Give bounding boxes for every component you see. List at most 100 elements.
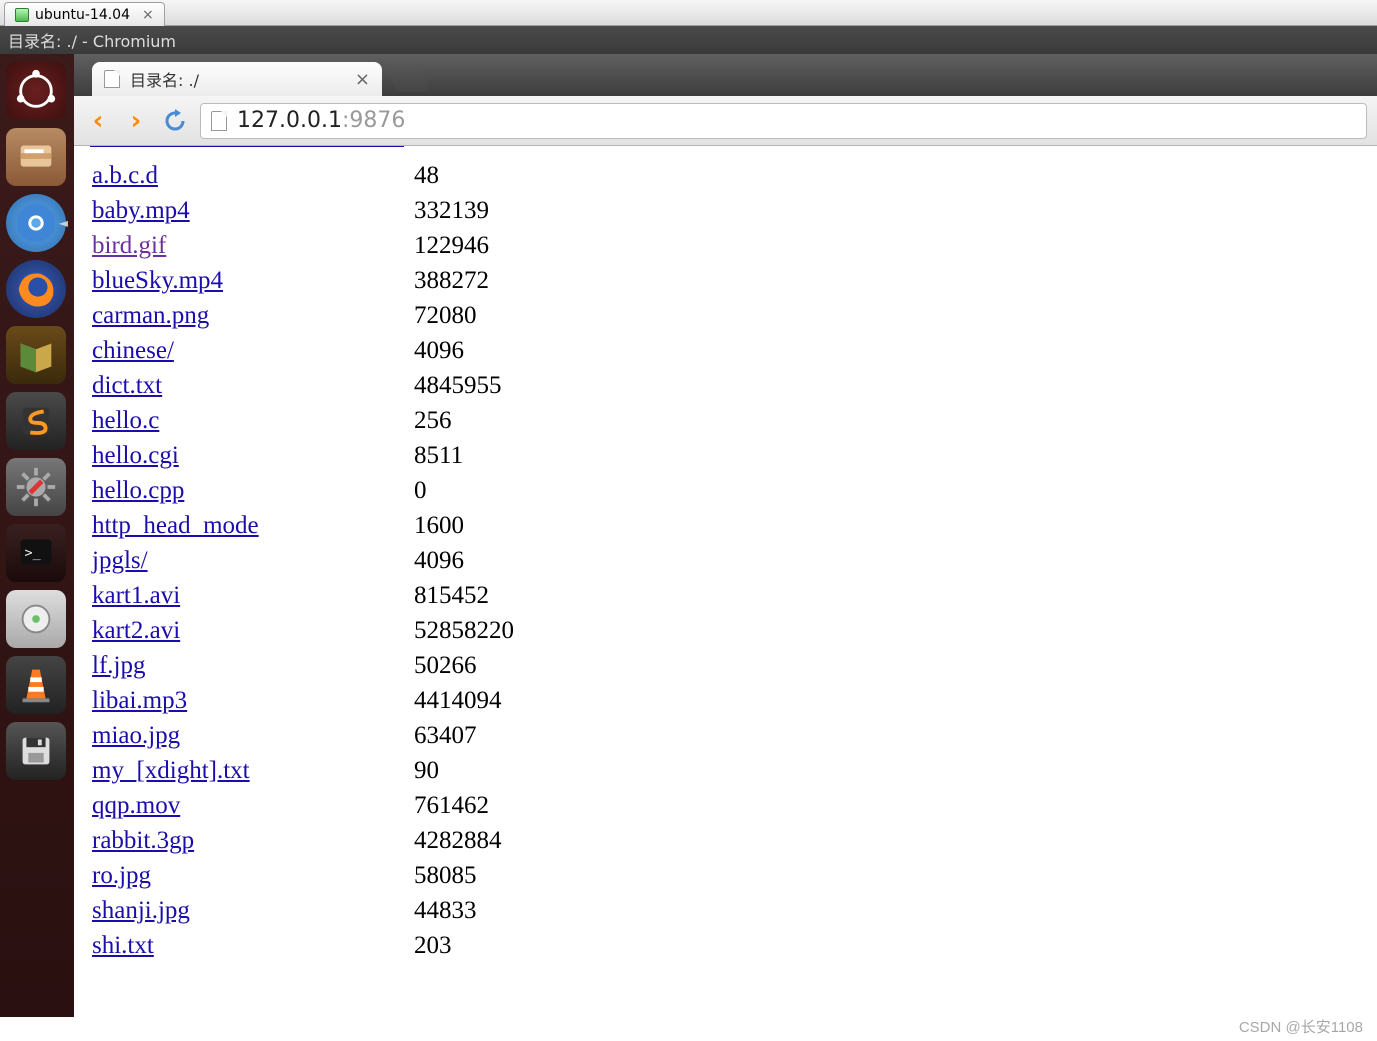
file-row: ro.jpg58085 xyxy=(92,858,1359,893)
vm-icon xyxy=(15,8,29,22)
url-text: 127.0.0.1:9876 xyxy=(237,108,405,133)
page-content: a.b.c.d48baby.mp4332139bird.gif122946blu… xyxy=(74,146,1377,1017)
url-host: 127.0.0.1 xyxy=(237,108,342,133)
file-row: rabbit.3gp4282884 xyxy=(92,823,1359,858)
window-titlebar: 目录名: ./ - Chromium xyxy=(0,26,1377,54)
file-size: 48 xyxy=(414,158,439,193)
firefox-icon[interactable] xyxy=(6,260,66,318)
settings-icon[interactable] xyxy=(6,458,66,516)
file-link[interactable]: miao.jpg xyxy=(92,718,414,753)
save-icon[interactable] xyxy=(6,722,66,780)
file-size: 58085 xyxy=(414,858,477,893)
file-size: 8511 xyxy=(414,438,463,473)
file-link[interactable]: my_[xdight].txt xyxy=(92,753,414,788)
file-link[interactable]: dict.txt xyxy=(92,368,414,403)
file-size: 63407 xyxy=(414,718,477,753)
file-size: 90 xyxy=(414,753,439,788)
file-row: shanji.jpg44833 xyxy=(92,893,1359,928)
vlc-icon[interactable] xyxy=(6,656,66,714)
file-row: baby.mp4332139 xyxy=(92,193,1359,228)
back-button[interactable]: ‹ xyxy=(84,107,112,135)
file-row: jpgls/4096 xyxy=(92,543,1359,578)
file-link[interactable]: carman.png xyxy=(92,298,414,333)
file-row: chinese/4096 xyxy=(92,333,1359,368)
file-link[interactable]: shanji.jpg xyxy=(92,893,414,928)
vm-tab-close-icon[interactable]: × xyxy=(142,7,154,23)
file-link[interactable]: qqp.mov xyxy=(92,788,414,823)
vm-tabbar: ubuntu-14.04 × xyxy=(0,0,1377,26)
window-title: 目录名: ./ - Chromium xyxy=(8,28,176,52)
file-row: shi.txt203 xyxy=(92,928,1359,963)
file-row: qqp.mov761462 xyxy=(92,788,1359,823)
file-link[interactable]: libai.mp3 xyxy=(92,683,414,718)
file-size: 122946 xyxy=(414,228,489,263)
ubuntu-dash-icon[interactable] xyxy=(6,62,66,120)
reload-button[interactable] xyxy=(160,107,190,135)
file-size: 4414094 xyxy=(414,683,502,718)
chromium-window: 目录名: ./ × ‹ › 127.0.0.1:9876 a.b.c.d48ba… xyxy=(74,54,1377,1017)
file-row: miao.jpg63407 xyxy=(92,718,1359,753)
browser-tab[interactable]: 目录名: ./ × xyxy=(92,62,382,96)
file-row: my_[xdight].txt90 xyxy=(92,753,1359,788)
terminal-icon[interactable]: >_ xyxy=(6,524,66,582)
file-link[interactable]: kart1.avi xyxy=(92,578,414,613)
file-row: hello.cpp0 xyxy=(92,473,1359,508)
file-row: hello.c256 xyxy=(92,403,1359,438)
file-link[interactable]: hello.cpp xyxy=(92,473,414,508)
file-link[interactable]: http_head_mode xyxy=(92,508,414,543)
address-bar[interactable]: 127.0.0.1:9876 xyxy=(200,103,1367,139)
file-row: bird.gif122946 xyxy=(92,228,1359,263)
file-link[interactable]: lf.jpg xyxy=(92,648,414,683)
file-row: blueSky.mp4388272 xyxy=(92,263,1359,298)
file-link[interactable]: a.b.c.d xyxy=(92,158,414,193)
file-row: hello.cgi8511 xyxy=(92,438,1359,473)
top-underline xyxy=(90,146,404,147)
file-link[interactable]: blueSky.mp4 xyxy=(92,263,414,298)
file-size: 388272 xyxy=(414,263,489,298)
sublime-icon[interactable] xyxy=(6,392,66,450)
file-link[interactable]: jpgls/ xyxy=(92,543,414,578)
file-row: kart1.avi815452 xyxy=(92,578,1359,613)
file-row: lf.jpg50266 xyxy=(92,648,1359,683)
file-row: carman.png72080 xyxy=(92,298,1359,333)
file-size: 815452 xyxy=(414,578,489,613)
launcher: >_ xyxy=(0,54,74,1017)
vm-tab[interactable]: ubuntu-14.04 × xyxy=(4,2,165,26)
file-link[interactable]: baby.mp4 xyxy=(92,193,414,228)
file-link[interactable]: ro.jpg xyxy=(92,858,414,893)
page-icon xyxy=(104,70,120,88)
file-link[interactable]: hello.cgi xyxy=(92,438,414,473)
file-size: 4096 xyxy=(414,543,464,578)
page-icon xyxy=(211,111,227,131)
directory-listing: a.b.c.d48baby.mp4332139bird.gif122946blu… xyxy=(74,146,1377,975)
file-row: a.b.c.d48 xyxy=(92,158,1359,193)
file-size: 4845955 xyxy=(414,368,502,403)
media-icon[interactable] xyxy=(6,590,66,648)
watermark: CSDN @长安1108 xyxy=(1239,1016,1363,1037)
file-link[interactable]: kart2.avi xyxy=(92,613,414,648)
file-link[interactable]: bird.gif xyxy=(92,228,414,263)
new-tab-button[interactable] xyxy=(388,68,431,92)
file-size: 52858220 xyxy=(414,613,514,648)
file-size: 50266 xyxy=(414,648,477,683)
file-link[interactable]: hello.c xyxy=(92,403,414,438)
forward-button[interactable]: › xyxy=(122,107,150,135)
file-row: kart2.avi52858220 xyxy=(92,613,1359,648)
file-size: 761462 xyxy=(414,788,489,823)
file-size: 256 xyxy=(414,403,452,438)
file-row: http_head_mode1600 xyxy=(92,508,1359,543)
file-size: 4096 xyxy=(414,333,464,368)
file-link[interactable]: chinese/ xyxy=(92,333,414,368)
files-icon[interactable] xyxy=(6,128,66,186)
url-port: :9876 xyxy=(342,108,405,133)
file-link[interactable]: rabbit.3gp xyxy=(92,823,414,858)
file-size: 44833 xyxy=(414,893,477,928)
books-icon[interactable] xyxy=(6,326,66,384)
browser-toolbar: ‹ › 127.0.0.1:9876 xyxy=(74,96,1377,146)
chromium-tabstrip: 目录名: ./ × xyxy=(74,54,1377,96)
tab-close-icon[interactable]: × xyxy=(355,69,370,90)
chromium-icon[interactable] xyxy=(6,194,66,252)
file-row: dict.txt4845955 xyxy=(92,368,1359,403)
file-link[interactable]: shi.txt xyxy=(92,928,414,963)
file-size: 0 xyxy=(414,473,427,508)
